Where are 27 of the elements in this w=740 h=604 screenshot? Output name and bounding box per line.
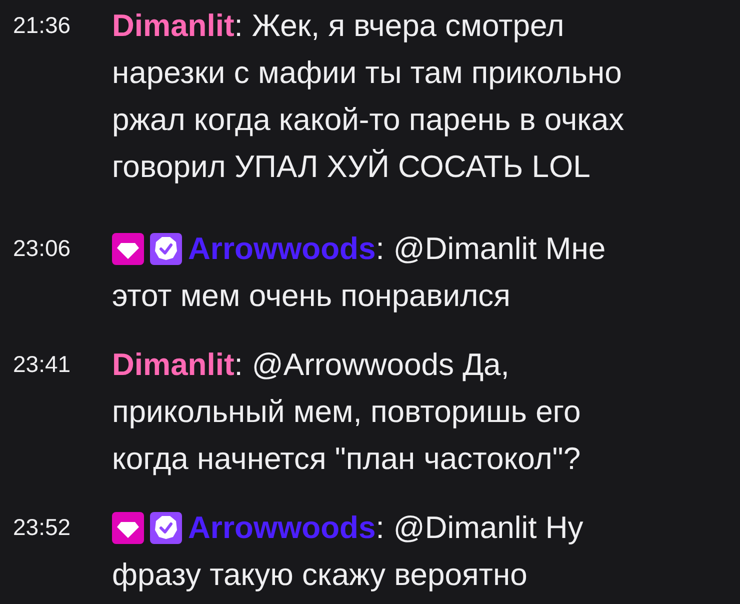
gem-badge-icon bbox=[112, 232, 144, 264]
message-text: Жек, я вчера смотрел bbox=[252, 7, 564, 45]
timestamp: 23:06 bbox=[13, 234, 72, 263]
username: Dimanlit bbox=[112, 346, 234, 384]
message-text: когда начнется "план частокол"? bbox=[112, 440, 581, 478]
colon-separator: : bbox=[376, 230, 384, 268]
message-text: @Dimanlit Мне bbox=[393, 230, 606, 268]
message-text: ржал когда какой-то парень в очках bbox=[112, 101, 624, 139]
message-text: прикольный мем, повторишь его bbox=[112, 393, 581, 431]
gem-badge-icon bbox=[112, 512, 144, 544]
message-text: @Arrowwoods Да, bbox=[252, 346, 510, 384]
message-text: нарезки с мафии ты там прикольно bbox=[112, 54, 622, 92]
message-text: фразу такую скажу вероятно bbox=[112, 556, 528, 594]
verified-badge-icon bbox=[150, 232, 182, 264]
timestamp: 23:41 bbox=[13, 350, 72, 379]
timestamp: 21:36 bbox=[13, 11, 72, 40]
timestamp: 23:52 bbox=[13, 513, 72, 542]
username: Dimanlit bbox=[112, 7, 234, 45]
message-text: @Dimanlit Ну bbox=[393, 509, 584, 547]
verified-badge-icon bbox=[150, 512, 182, 544]
username: Arrowwoods bbox=[188, 230, 376, 268]
message-text: говорил УПАЛ ХУЙ СОСАТЬ LOL bbox=[112, 148, 590, 186]
colon-separator: : bbox=[234, 7, 243, 45]
colon-separator: : bbox=[376, 509, 384, 547]
username: Arrowwoods bbox=[188, 509, 376, 547]
message-text: этот мем очень понравился bbox=[112, 277, 510, 315]
colon-separator: : bbox=[234, 346, 243, 384]
